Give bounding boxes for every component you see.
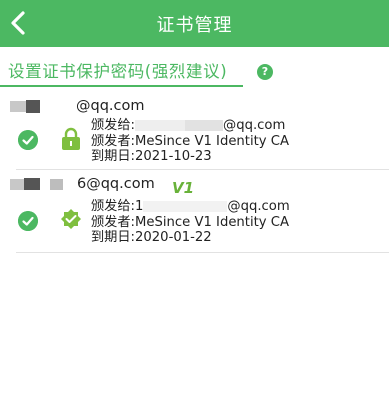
v1-logo: V1 (172, 179, 195, 197)
expiry-label: 到期日: (91, 149, 136, 164)
redacted-block (143, 200, 228, 212)
expiry-row: 到期日:2021-10-23 (91, 149, 289, 165)
app-header: 证书管理 (0, 0, 389, 47)
page-title: 证书管理 (156, 15, 233, 36)
question-icon[interactable]: ? (257, 64, 273, 80)
expiry-value: 2021-10-23 (135, 149, 212, 164)
issued-to-row: 颁发给:1 @qq.com (91, 199, 290, 215)
cert-email-text: @qq.com (76, 98, 145, 114)
certificate-item[interactable]: 6@qq.com V1 颁发给:1 @qq.com 颁发者:MeSince V1 … (0, 172, 389, 254)
redacted-block (40, 100, 50, 112)
check-icon (18, 211, 38, 231)
issuer-label: 颁发者: (91, 133, 136, 149)
redacted-block (26, 99, 40, 113)
cert-info: 颁发给:1 @qq.com 颁发者:MeSince V1 Identity CA … (91, 199, 290, 246)
issued-to-row: 颁发给: @qq.com (91, 118, 289, 134)
cert-email: @qq.com (10, 98, 145, 114)
issuer-row: 颁发者:MeSince V1 Identity CA (91, 134, 289, 150)
expiry-label: 到期日: (91, 230, 136, 245)
issued-to-value: @qq.com (223, 118, 286, 133)
redacted-block (135, 119, 186, 131)
issuer-value: MeSince V1 Identity CA (135, 133, 290, 149)
cert-info: 颁发给: @qq.com 颁发者:MeSince V1 Identity CA 到… (91, 118, 289, 165)
redacted-block (24, 178, 40, 190)
divider (16, 169, 389, 170)
redacted-block (10, 178, 24, 190)
redacted-block (50, 178, 63, 190)
expiry-row: 到期日:2020-01-22 (91, 230, 290, 246)
cert-email-text: 6@qq.com (77, 176, 155, 192)
cert-email: 6@qq.com (10, 176, 155, 192)
lock-icon (62, 127, 80, 150)
password-link-underline (0, 85, 243, 87)
issuer-value: MeSince V1 Identity CA (135, 214, 290, 230)
redacted-block (10, 100, 26, 112)
issuer-label: 颁发者: (91, 214, 136, 230)
password-setting-row: 设置证书保护密码(强烈建议) ? (0, 52, 389, 88)
check-icon (18, 130, 38, 150)
divider (16, 252, 389, 253)
issued-to-label: 颁发给: (91, 118, 136, 133)
issued-to-label: 颁发给: (91, 199, 136, 214)
certificate-item[interactable]: @qq.com 颁发给: @qq.com 颁发者:MeSince V1 Ident… (0, 94, 389, 170)
issued-to-suffix: @qq.com (227, 199, 290, 214)
redacted-block (50, 100, 76, 112)
verified-badge-icon (61, 209, 81, 229)
expiry-value: 2020-01-22 (135, 230, 212, 245)
redacted-block (63, 178, 77, 190)
issuer-row: 颁发者:MeSince V1 Identity CA (91, 215, 290, 231)
set-password-link[interactable]: 设置证书保护密码(强烈建议) (8, 58, 227, 82)
issued-to-value: 1 (135, 199, 144, 214)
redacted-block (185, 119, 224, 131)
redacted-block (40, 178, 50, 190)
